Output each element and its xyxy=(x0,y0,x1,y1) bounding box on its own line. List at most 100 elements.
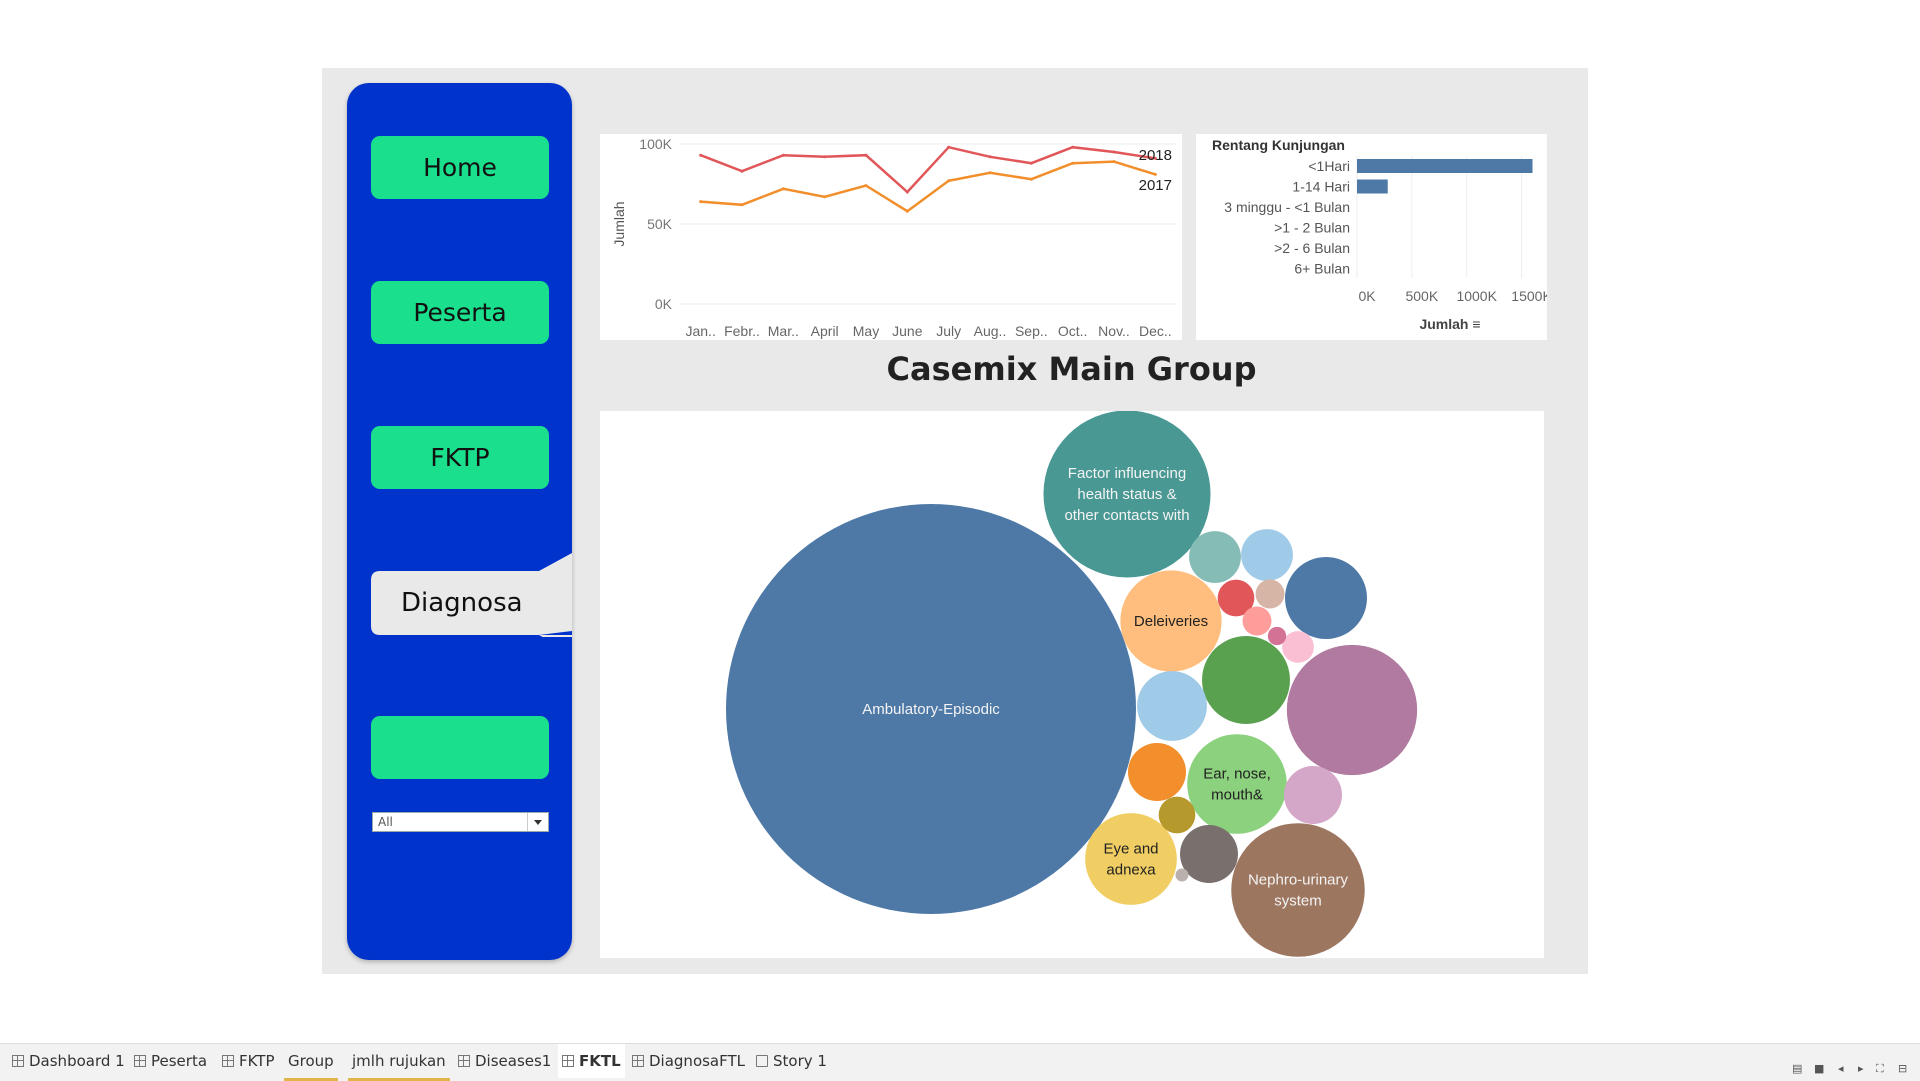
data-point xyxy=(1153,172,1157,176)
bubble xyxy=(1189,531,1241,583)
nav-blank-button[interactable] xyxy=(371,716,549,779)
y-tick-label: 50K xyxy=(647,216,673,232)
bubble-chart-title: Casemix Main Group xyxy=(886,350,1257,388)
bubble xyxy=(1284,766,1342,824)
bubble-chart: Ambulatory-Episodic Factor influencing hea… xyxy=(726,410,1418,957)
data-point xyxy=(699,153,703,157)
data-point xyxy=(781,187,785,191)
bubble xyxy=(1285,557,1367,639)
data-point xyxy=(988,171,992,175)
x-axis-label: Jumlah ≡ xyxy=(1419,316,1480,332)
line-chart: 100K 50K 0K Jumlah Jan.. Febr.. Mar.. April May J… xyxy=(611,136,1176,339)
sheet-tab-label: DiagnosaFTL xyxy=(649,1052,746,1070)
x-tick-label: June xyxy=(892,323,923,339)
bubble xyxy=(1180,825,1238,883)
category-label: 6+ Bulan xyxy=(1294,261,1350,277)
bubble xyxy=(1202,636,1290,724)
data-point xyxy=(740,203,744,207)
fullscreen-icon[interactable]: ⛶ xyxy=(1876,1062,1884,1076)
x-tick-label: 1000K xyxy=(1456,288,1497,304)
sheet-tab-fktp[interactable]: FKTP xyxy=(218,1044,279,1078)
bar xyxy=(1357,179,1388,194)
data-point xyxy=(823,195,827,199)
bubble xyxy=(1267,626,1287,646)
filter-dropdown[interactable]: All xyxy=(372,812,549,832)
sheet-tab-label: jmlh rujukan xyxy=(352,1052,446,1070)
bubble-label: Deleiveries xyxy=(1134,613,1208,630)
y-axis-label: Jumlah xyxy=(611,201,627,246)
presentation-icon[interactable]: ⊟ xyxy=(1898,1062,1907,1075)
category-label: 3 minggu - <1 Bulan xyxy=(1224,199,1350,215)
nav-diagnosa-button[interactable]: Diagnosa xyxy=(371,553,572,637)
bar xyxy=(1357,159,1533,173)
category-label: >2 - 6 Bulan xyxy=(1274,240,1350,256)
sheet-tab-jmlh-rujukan[interactable]: jmlh rujukan xyxy=(348,1044,450,1081)
nav-diagnosa-label: Diagnosa xyxy=(401,588,523,618)
bubble-label: Factor influencing health status & other c… xyxy=(1064,465,1189,524)
bubble-chart-panel: Ambulatory-Episodic Factor influencing hea… xyxy=(600,410,1544,958)
next-sheet-icon[interactable]: ▸ xyxy=(1858,1062,1864,1075)
nav-peserta-button[interactable]: Peserta xyxy=(371,281,549,344)
data-point xyxy=(781,153,785,157)
sheet-tab-label: Dashboard 1 xyxy=(29,1052,125,1070)
sheet-tab-dashboard-1[interactable]: Dashboard 1 xyxy=(8,1044,129,1078)
sheet-tab-label: Group xyxy=(288,1052,334,1070)
data-point xyxy=(905,190,909,194)
dashboard-icon xyxy=(562,1055,574,1067)
sheet-tab-diagnosaftl[interactable]: DiagnosaFTL xyxy=(628,1044,749,1078)
x-tick-label: Mar.. xyxy=(768,323,799,339)
x-tick-label: Febr.. xyxy=(724,323,760,339)
bar-chart-header: Rentang Kunjungan xyxy=(1212,137,1345,153)
sheet-tab-fktl[interactable]: FKTL xyxy=(558,1044,625,1078)
bubble xyxy=(1158,796,1196,834)
sheet-tab-label: FKTL xyxy=(579,1052,621,1070)
data-point xyxy=(1071,161,1075,165)
sheet-tab-label: FKTP xyxy=(239,1052,275,1070)
bubble xyxy=(1231,823,1365,957)
bubble xyxy=(1255,579,1285,609)
line-chart-panel: 100K 50K 0K Jumlah Jan.. Febr.. Mar.. April May J… xyxy=(600,134,1182,340)
series-label: 2018 xyxy=(1139,147,1172,164)
series-label: 2017 xyxy=(1139,177,1172,194)
series-line-2018 xyxy=(700,145,1156,194)
bubble xyxy=(1241,529,1293,581)
nav-fktp-button[interactable]: FKTP xyxy=(371,426,549,489)
sheet-tab-group[interactable]: Group xyxy=(284,1044,338,1081)
data-point xyxy=(1071,145,1075,149)
data-point xyxy=(823,155,827,159)
x-tick-label: April xyxy=(811,323,839,339)
data-point xyxy=(1112,150,1116,154)
story-icon xyxy=(756,1055,768,1067)
data-point xyxy=(1112,160,1116,164)
x-tick-label: Jan.. xyxy=(685,323,715,339)
bubble xyxy=(1187,734,1287,834)
y-tick-label: 100K xyxy=(639,136,672,152)
sheet-tab-peserta[interactable]: Peserta xyxy=(130,1044,211,1078)
x-tick-label: 0K xyxy=(1358,288,1376,304)
sheet-tab-diseases1[interactable]: Diseases1 xyxy=(454,1044,555,1078)
sheet-tab-label: Diseases1 xyxy=(475,1052,552,1070)
data-point xyxy=(947,179,951,183)
dashboard-icon xyxy=(134,1055,146,1067)
grid-view-icon[interactable]: ▤ xyxy=(1792,1062,1802,1075)
category-label: 1-14 Hari xyxy=(1292,179,1350,195)
data-point xyxy=(988,155,992,159)
x-tick-label: 1500K xyxy=(1511,288,1547,304)
x-tick-label: Dec.. xyxy=(1139,323,1172,339)
data-point xyxy=(1029,161,1033,165)
data-point xyxy=(740,169,744,173)
category-label: <1Hari xyxy=(1308,158,1350,174)
sheet-tab-story-1[interactable]: Story 1 xyxy=(752,1044,831,1078)
dropdown-arrow-icon[interactable] xyxy=(527,813,548,831)
data-point xyxy=(1029,177,1033,181)
dashboard-icon xyxy=(12,1055,24,1067)
data-point xyxy=(864,153,868,157)
bubble xyxy=(1286,644,1418,776)
bubble xyxy=(1282,631,1314,663)
x-tick-label: Nov.. xyxy=(1098,323,1130,339)
bar-chart: Rentang Kunjungan 0K 500K 1000K 1500K <1Hari 1… xyxy=(1212,137,1552,332)
prev-sheet-icon[interactable]: ◂ xyxy=(1838,1062,1844,1075)
bar-chart-panel: Rentang Kunjungan 0K 500K 1000K 1500K <1Hari 1… xyxy=(1196,134,1552,340)
nav-home-button[interactable]: Home xyxy=(371,136,549,199)
filmstrip-icon[interactable]: ■ xyxy=(1814,1062,1824,1075)
